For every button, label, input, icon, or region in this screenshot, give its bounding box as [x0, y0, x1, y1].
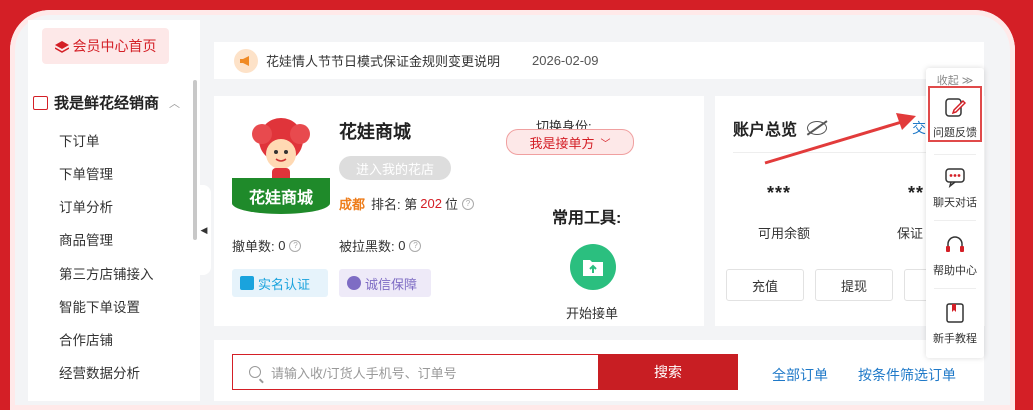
chat-button[interactable]: 聊天对话 — [928, 154, 982, 210]
megaphone-icon — [234, 48, 258, 73]
deposit-value: ** — [908, 183, 925, 203]
blacklist-count: 被拉黑数: 0 ? — [339, 236, 422, 255]
rank-number: 202 — [420, 196, 442, 211]
help-center-button[interactable]: 帮助中心 — [928, 222, 982, 278]
start-order-label[interactable]: 开始接单 — [566, 303, 618, 322]
home-button[interactable]: 会员中心首页 — [42, 28, 169, 64]
identity-select[interactable]: 我是接单方 ﹀ — [506, 129, 634, 155]
identity-value: 我是接单方 — [529, 135, 595, 151]
feedback-label: 问题反馈 — [933, 127, 977, 139]
sidebar-item-partner-shops[interactable]: 合作店铺 — [59, 329, 113, 349]
eye-hidden-icon[interactable] — [807, 121, 828, 135]
help-icon[interactable]: ? — [461, 197, 474, 210]
balance-value: *** — [767, 183, 792, 203]
balance-label: 可用余额 — [758, 226, 811, 241]
shop-rank: 成都 排名: 第 202 位 ? — [339, 194, 474, 213]
sidebar-collapse-toggle[interactable]: ◀ — [197, 185, 211, 275]
rank-suffix: 位 — [444, 197, 458, 212]
book-icon — [946, 303, 964, 323]
start-order-icon[interactable] — [570, 244, 616, 290]
feedback-button[interactable]: 问题反馈 — [928, 86, 982, 142]
search-button[interactable]: 搜索 — [598, 354, 738, 390]
sidebar-item-product-management[interactable]: 商品管理 — [59, 229, 113, 249]
blacklist-value: 0 — [398, 238, 406, 253]
divider — [934, 220, 976, 221]
realname-badge[interactable]: 实名认证 — [232, 269, 328, 297]
tutorial-button[interactable]: 新手教程 — [928, 290, 982, 346]
edit-icon — [945, 98, 966, 117]
medal-icon — [347, 276, 361, 290]
chevron-down-icon: ﹀ — [600, 138, 611, 150]
notice-text[interactable]: 花娃情人节节日模式保证金规则变更说明 — [266, 51, 500, 70]
headset-icon — [946, 236, 964, 252]
sidebar-item-smart-order-settings[interactable]: 智能下单设置 — [59, 296, 140, 316]
account-link[interactable]: 交 — [912, 118, 926, 138]
notice-bar: 花娃情人节节日模式保证金规则变更说明 2026-02-09 — [214, 42, 984, 79]
layers-icon — [54, 40, 69, 53]
chat-icon — [945, 168, 965, 188]
withdraw-count: 撤单数: 0 ? — [232, 236, 302, 255]
sidebar-item-business-data[interactable]: 经营数据分析 — [59, 362, 140, 382]
blacklist-label: 被拉黑数: — [339, 239, 395, 254]
floating-toolbar: 收起 ≫ 问题反馈 聊天对话 帮助中心 新手教程 — [926, 68, 984, 358]
sidebar-item-place-order[interactable]: 下订单 — [59, 130, 100, 150]
id-card-icon — [240, 276, 254, 290]
trust-badge[interactable]: 诚信保障 — [339, 269, 431, 297]
account-title: 账户总览 — [733, 116, 828, 140]
help-icon[interactable]: ? — [409, 239, 422, 252]
trust-label: 诚信保障 — [365, 276, 418, 292]
withdraw-value: 0 — [278, 238, 286, 253]
filter-orders-link[interactable]: 按条件筛选订单 — [858, 365, 956, 385]
recharge-button[interactable]: 充值 — [726, 269, 804, 301]
order-search-input[interactable]: 请输入收/订货人手机号、订单号 — [232, 354, 599, 390]
shop-card: 花娃商城 花娃商城 进入我的花店 成都 排名: 第 202 位 ? 撤单数: 0… — [214, 96, 704, 326]
account-title-text: 账户总览 — [733, 122, 798, 139]
sidebar-item-order-analysis[interactable]: 订单分析 — [59, 196, 113, 216]
chat-label: 聊天对话 — [933, 197, 977, 209]
tools-title: 常用工具: — [552, 210, 622, 227]
withdraw-button[interactable]: 提现 — [815, 269, 893, 301]
chevron-up-icon: ︿ — [169, 97, 181, 110]
shop-logo: 花娃商城 — [232, 114, 330, 214]
deposit-label: 保证 — [897, 226, 924, 241]
search-panel: 请输入收/订货人手机号、订单号 搜索 全部订单 按条件筛选订单 — [214, 340, 984, 401]
sidebar-group-distributor[interactable]: 我是鲜花经销商 ︿ — [33, 92, 180, 113]
sidebar: 会员中心首页 我是鲜花经销商 ︿ 下订单 下单管理 订单分析 商品管理 第三方店… — [28, 20, 200, 401]
help-icon[interactable]: ? — [289, 239, 302, 252]
notice-date: 2026-02-09 — [532, 53, 599, 68]
logo-banner: 花娃商城 — [232, 178, 330, 214]
caret-left-icon: ◀ — [200, 224, 208, 235]
enter-shop-button[interactable]: 进入我的花店 — [339, 156, 451, 180]
sidebar-group-label: 我是鲜花经销商 — [54, 95, 160, 112]
divider — [934, 288, 976, 289]
shop-name: 花娃商城 — [339, 122, 411, 142]
shop-city: 成都 — [339, 197, 366, 212]
search-icon — [249, 366, 261, 378]
sidebar-item-order-management[interactable]: 下单管理 — [59, 163, 113, 183]
realname-label: 实名认证 — [258, 276, 311, 292]
sidebar-item-third-party-shop[interactable]: 第三方店铺接入 — [59, 263, 154, 283]
withdraw-label: 撤单数: — [232, 239, 275, 254]
monitor-icon — [33, 95, 48, 110]
all-orders-link[interactable]: 全部订单 — [772, 365, 828, 385]
help-center-label: 帮助中心 — [933, 265, 977, 277]
tutorial-label: 新手教程 — [933, 333, 977, 345]
search-placeholder: 请输入收/订货人手机号、订单号 — [271, 365, 457, 381]
home-label: 会员中心首页 — [72, 38, 157, 54]
rank-prefix: 排名: 第 — [371, 197, 418, 212]
